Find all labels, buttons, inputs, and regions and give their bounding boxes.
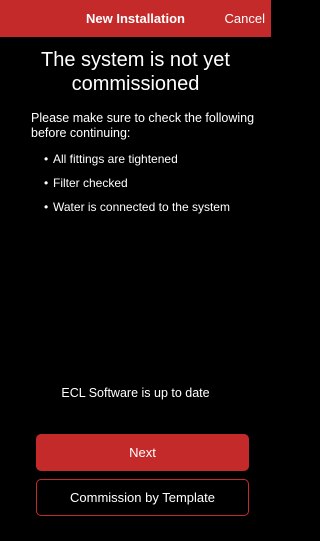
bullet-icon: •: [44, 152, 49, 166]
checklist-item-label: Water is connected to the system: [53, 200, 230, 214]
bullet-icon: •: [44, 176, 49, 190]
checklist-item: • Filter checked: [44, 176, 268, 200]
bullet-icon: •: [44, 200, 49, 214]
next-button[interactable]: Next: [36, 434, 249, 471]
instructions-text: Please make sure to check the following …: [31, 111, 255, 140]
checklist-item: • Water is connected to the system: [44, 200, 268, 224]
software-status-text: ECL Software is up to date: [61, 386, 210, 400]
checklist-item-label: All fittings are tightened: [53, 152, 178, 166]
cancel-button[interactable]: Cancel: [225, 0, 265, 37]
checklist-item-label: Filter checked: [53, 176, 128, 190]
checklist-item: • All fittings are tightened: [44, 152, 268, 176]
status-heading: The system is not yet commissioned: [41, 49, 230, 95]
checklist: • All fittings are tightened • Filter chec…: [44, 152, 268, 224]
commission-by-template-button[interactable]: Commission by Template: [36, 479, 249, 516]
